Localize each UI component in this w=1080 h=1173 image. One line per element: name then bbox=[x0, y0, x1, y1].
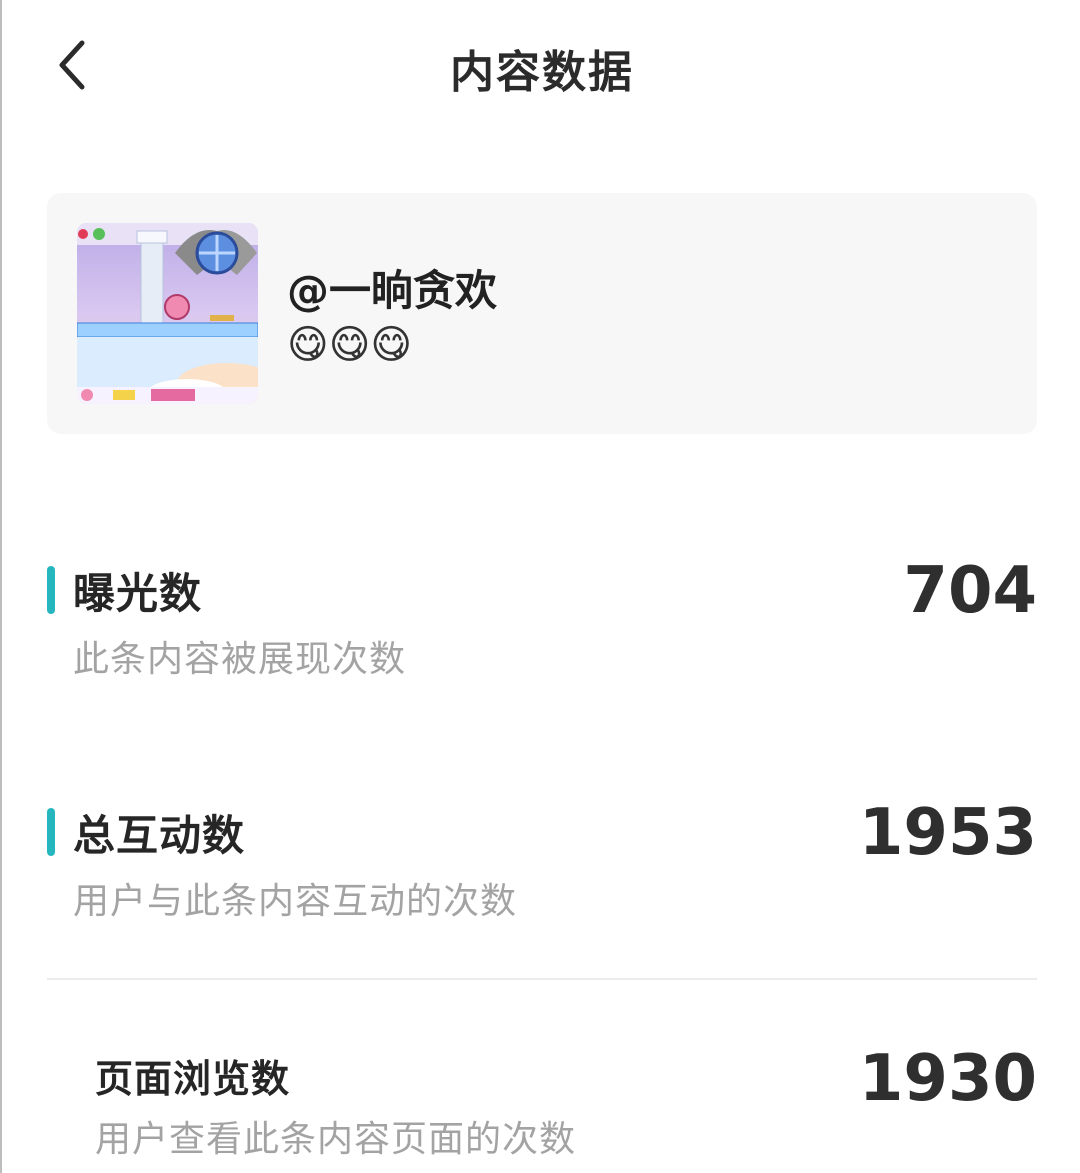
accent-bar bbox=[47, 808, 55, 856]
metric-label: 曝光数 bbox=[73, 569, 203, 618]
metric-value: 704 bbox=[903, 554, 1037, 628]
section-divider bbox=[47, 978, 1037, 980]
top-bar: 内容数据 bbox=[2, 0, 1080, 130]
author-name: @一晌贪欢 bbox=[287, 266, 498, 315]
page-title: 内容数据 bbox=[450, 47, 634, 98]
caption-emojis: 😋😋😋 bbox=[287, 322, 413, 368]
content-card[interactable]: @一晌贪欢 😋😋😋 bbox=[47, 193, 1037, 434]
accent-bar bbox=[47, 566, 55, 614]
metric-value: 1953 bbox=[858, 796, 1037, 870]
thumbnail-image[interactable] bbox=[77, 223, 258, 404]
metric-description: 用户与此条内容互动的次数 bbox=[73, 881, 518, 922]
metric-value: 1930 bbox=[858, 1042, 1037, 1116]
metric-label: 总互动数 bbox=[73, 811, 246, 860]
metric-description: 此条内容被展现次数 bbox=[73, 639, 407, 680]
metric-label: 页面浏览数 bbox=[95, 1057, 291, 1101]
metric-description: 用户查看此条内容页面的次数 bbox=[95, 1119, 577, 1160]
